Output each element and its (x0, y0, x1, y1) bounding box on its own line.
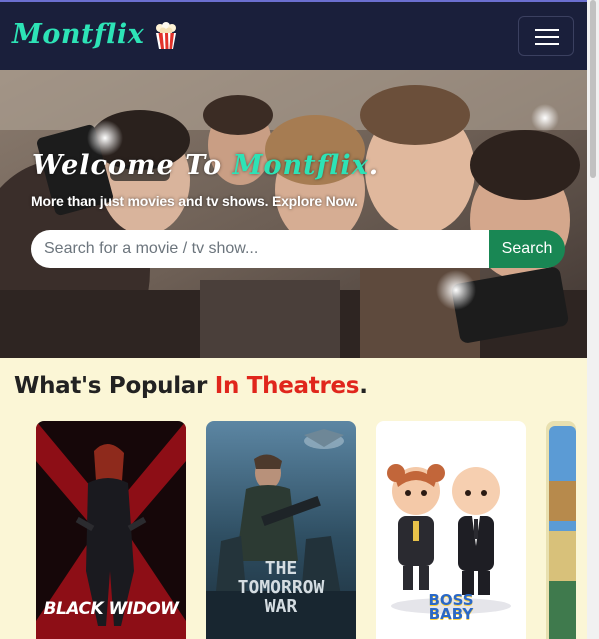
popular-title-accent: In Theatres (214, 373, 360, 399)
poster-title-line: BABY (428, 605, 474, 623)
hero-title-prefix: Welcome To (32, 150, 233, 181)
poster-title: BOSS BABY (376, 593, 526, 623)
navbar: Montflix (0, 2, 587, 70)
popular-title-prefix: What's Popular (14, 373, 215, 399)
search-button[interactable]: Search (489, 230, 565, 268)
poster-title: THE TOMORROW WAR (206, 559, 356, 616)
popular-section-title: What's Popular In Theatres. (14, 373, 368, 399)
search-form: Search (31, 230, 565, 268)
poster-title: BLACK WIDOW (43, 599, 179, 619)
hamburger-icon-line (535, 43, 559, 45)
poster-title-line: THE (264, 558, 298, 579)
poster-partial[interactable] (546, 421, 576, 639)
hero-banner: Welcome To Montflix. More than just movi… (0, 70, 587, 358)
poster-black-widow[interactable]: BLACK WIDOW (36, 421, 186, 639)
hero-title-accent: Montflix (232, 150, 369, 181)
poster-boss-baby[interactable]: BOSS BABY (376, 421, 526, 639)
hero-title-suffix: . (368, 150, 380, 181)
hamburger-icon (535, 29, 559, 31)
popcorn-icon (153, 22, 179, 50)
hero-subtitle: More than just movies and tv shows. Expl… (31, 193, 358, 209)
menu-toggle-button[interactable] (518, 16, 574, 56)
poster-title-line: WAR (264, 596, 298, 617)
search-input[interactable] (31, 230, 489, 268)
poster-tomorrow-war[interactable]: THE TOMORROW WAR (206, 421, 356, 639)
poster-title-line: TOMORROW (237, 577, 325, 598)
hamburger-icon-line (535, 36, 559, 38)
hero-title: Welcome To Montflix. (32, 150, 379, 181)
popular-poster-row: BLACK WIDOW THE TOMORROW WAR BOSS BABY (0, 421, 587, 639)
hero-background-image (0, 70, 587, 358)
scrollbar-thumb[interactable] (590, 0, 596, 178)
popular-title-suffix: . (359, 373, 368, 399)
brand-logo[interactable]: Montflix (12, 19, 144, 50)
